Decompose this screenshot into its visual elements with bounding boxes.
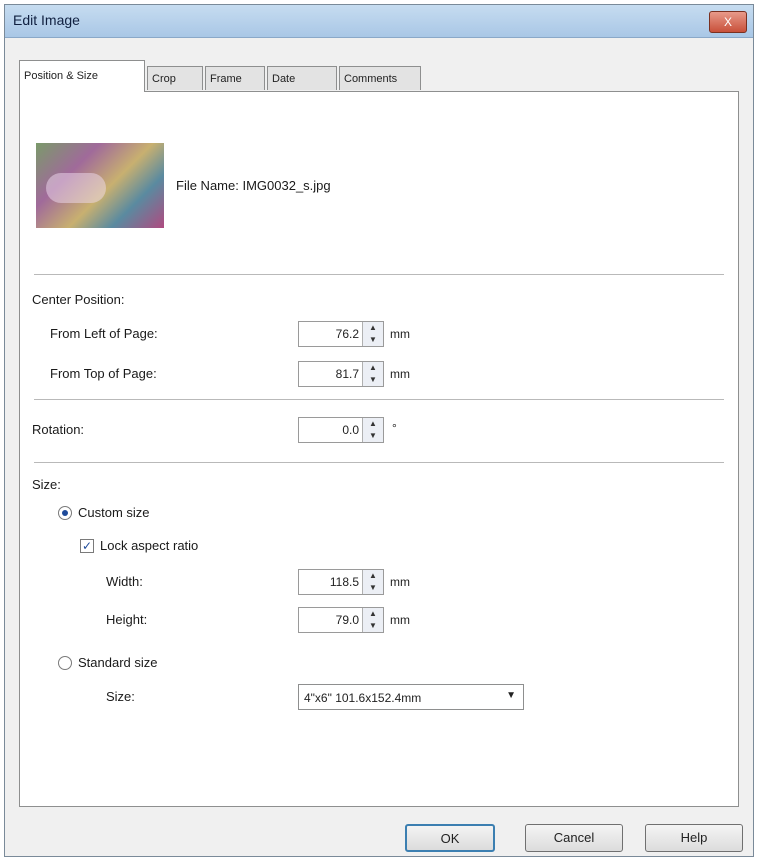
divider <box>34 399 724 400</box>
standard-size-label: Standard size <box>78 655 158 670</box>
from-left-input[interactable]: 76.2 ▲ ▼ <box>298 321 384 347</box>
size-heading: Size: <box>32 477 61 492</box>
custom-size-label: Custom size <box>78 505 150 520</box>
width-label: Width: <box>106 574 143 589</box>
from-top-label: From Top of Page: <box>50 366 157 381</box>
rotation-input[interactable]: 0.0 ▲ ▼ <box>298 417 384 443</box>
cancel-button[interactable]: Cancel <box>525 824 623 852</box>
tab-date[interactable]: Date <box>267 66 337 90</box>
unit-label: mm <box>390 613 410 627</box>
from-left-label: From Left of Page: <box>50 326 158 341</box>
spinner-arrows-icon[interactable]: ▲ ▼ <box>362 608 383 632</box>
tab-position-size[interactable]: Position & Size <box>19 60 145 92</box>
degree-label: ° <box>392 421 397 435</box>
standard-size-select[interactable]: 4"x6" 101.6x152.4mm ▼ <box>298 684 524 710</box>
tab-frame[interactable]: Frame <box>205 66 265 90</box>
spinner-arrows-icon[interactable]: ▲ ▼ <box>362 570 383 594</box>
center-position-heading: Center Position: <box>32 292 125 307</box>
spinner-arrows-icon[interactable]: ▲ ▼ <box>362 322 383 346</box>
custom-size-radio[interactable] <box>58 506 72 520</box>
tab-comments[interactable]: Comments <box>339 66 421 90</box>
height-input[interactable]: 79.0 ▲ ▼ <box>298 607 384 633</box>
spinner-arrows-icon[interactable]: ▲ ▼ <box>362 418 383 442</box>
divider <box>34 462 724 463</box>
unit-label: mm <box>390 327 410 341</box>
lock-aspect-label: Lock aspect ratio <box>100 538 199 553</box>
close-button[interactable]: X <box>709 11 747 33</box>
tab-crop[interactable]: Crop <box>147 66 203 90</box>
divider <box>34 274 724 275</box>
file-name-label: File Name: IMG0032_s.jpg <box>176 178 331 193</box>
chevron-down-icon: ▼ <box>506 690 516 701</box>
unit-label: mm <box>390 367 410 381</box>
width-input[interactable]: 118.5 ▲ ▼ <box>298 569 384 595</box>
lock-aspect-checkbox[interactable]: ✓ <box>80 539 94 553</box>
help-button[interactable]: Help <box>645 824 743 852</box>
dialog-title: Edit Image <box>13 12 80 28</box>
image-thumbnail <box>36 143 164 228</box>
file-name-value: IMG0032_s.jpg <box>242 178 331 193</box>
ok-button[interactable]: OK <box>405 824 495 852</box>
spinner-arrows-icon[interactable]: ▲ ▼ <box>362 362 383 386</box>
rotation-label: Rotation: <box>32 422 85 437</box>
position-size-panel: File Name: IMG0032_s.jpg Center Position… <box>19 91 739 807</box>
height-label: Height: <box>106 612 148 627</box>
size-label: Size: <box>106 689 135 704</box>
standard-size-radio[interactable] <box>58 656 72 670</box>
title-bar[interactable]: Edit Image X <box>5 5 753 38</box>
close-icon: X <box>723 15 732 29</box>
from-top-input[interactable]: 81.7 ▲ ▼ <box>298 361 384 387</box>
unit-label: mm <box>390 575 410 589</box>
edit-image-dialog: Edit Image X Position & Size Crop Frame … <box>4 4 754 857</box>
